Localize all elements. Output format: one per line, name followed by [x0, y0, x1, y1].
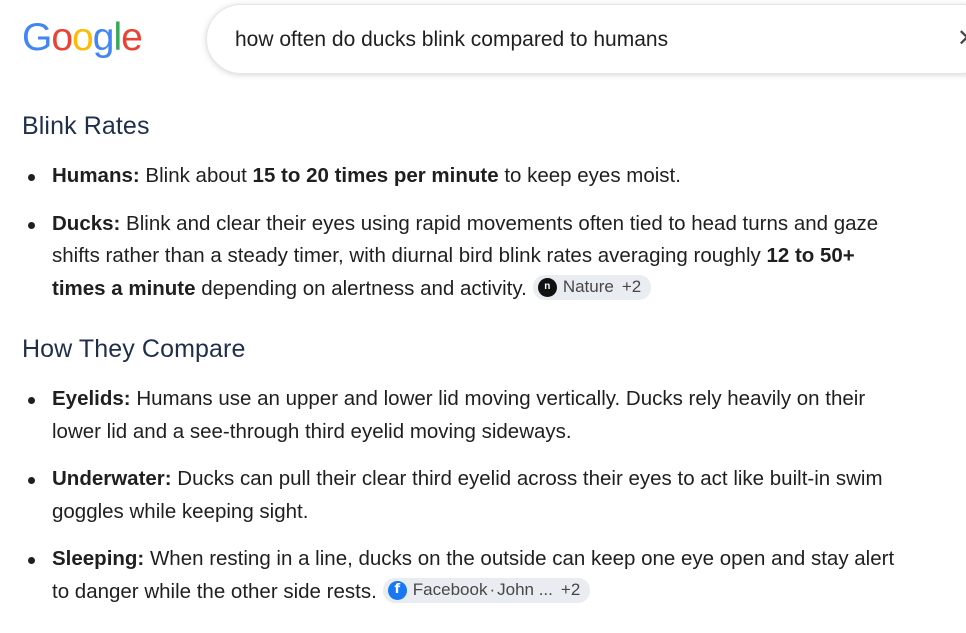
source-author: John ...: [497, 579, 553, 599]
source-name: Nature: [562, 276, 614, 296]
logo-letter: g: [92, 16, 115, 59]
close-icon[interactable]: ✕: [957, 25, 966, 53]
nature-icon: n: [537, 277, 557, 297]
item-label: Underwater:: [52, 467, 172, 490]
search-results-page: Google how often do ducks blink compared…: [0, 0, 966, 633]
ai-overview-content: Blink Rates Humans: Blink about 15 to 20…: [22, 108, 912, 623]
item-text: Humans use an upper and lower lid moving…: [52, 387, 866, 443]
logo-letter: G: [22, 16, 52, 59]
item-label: Ducks:: [52, 211, 121, 235]
item-text: to keep eyes moist.: [498, 164, 681, 187]
item-label: Sleeping:: [52, 547, 145, 570]
compare-list: Eyelids: Humans use an upper and lower l…: [22, 383, 912, 608]
source-name: Facebook: [412, 579, 488, 599]
list-item-sleeping: Sleeping: When resting in a line, ducks …: [22, 543, 912, 608]
list-item-underwater: Underwater: Ducks can pull their clear t…: [22, 463, 912, 528]
source-chip-facebook[interactable]: f Facebook · John ... +2: [382, 577, 591, 603]
section-heading-how-they-compare: How They Compare: [22, 335, 246, 363]
source-chip-nature[interactable]: n Nature +2: [532, 274, 652, 300]
list-item-humans: Humans: Blink about 15 to 20 times per m…: [22, 160, 912, 193]
blink-rates-list: Humans: Blink about 15 to 20 times per m…: [22, 160, 912, 305]
facebook-icon: f: [387, 580, 407, 600]
more-sources-count: +2: [621, 276, 642, 296]
item-text: Blink and clear their eyes using rapid m…: [52, 211, 879, 268]
section-heading-blink-rates: Blink Rates: [22, 112, 150, 140]
source-separator: ·: [489, 579, 496, 599]
logo-letter: e: [121, 16, 143, 59]
item-text: depending on alertness and activity.: [195, 276, 527, 300]
item-label: Eyelids:: [52, 387, 131, 410]
logo-letter: o: [72, 16, 94, 59]
item-text: Ducks can pull their clear third eyelid …: [52, 467, 883, 523]
more-sources-count: +2: [560, 579, 581, 599]
item-bold: 15 to 20 times per minute: [252, 164, 499, 187]
logo-letter: o: [51, 16, 73, 59]
search-box[interactable]: how often do ducks blink compared to hum…: [206, 4, 966, 74]
list-item-ducks: Ducks: Blink and clear their eyes using …: [22, 208, 912, 306]
search-input[interactable]: how often do ducks blink compared to hum…: [235, 27, 668, 53]
logo-letter: l: [113, 16, 122, 59]
item-text: Blink about: [139, 164, 253, 187]
google-logo[interactable]: Google: [22, 14, 143, 62]
list-item-eyelids: Eyelids: Humans use an upper and lower l…: [22, 383, 912, 448]
item-label: Humans:: [52, 164, 140, 187]
